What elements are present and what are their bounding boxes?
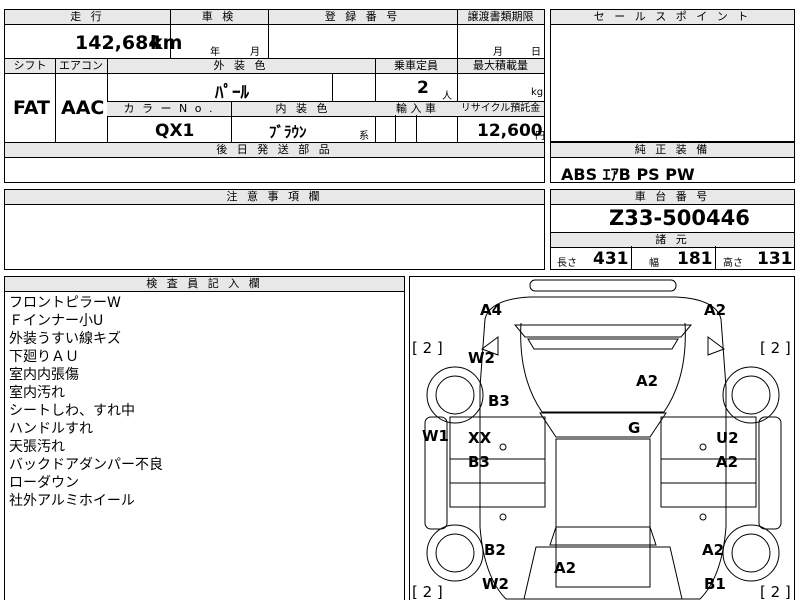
inspector-item: ハンドルすれ <box>9 421 93 437</box>
car-diagram-box: [ 2 ] [ 2 ] [ 2 ] [ 2 ] A4 A2 W2 A2 B3 W… <box>409 276 795 601</box>
damage-mark: W2 <box>468 349 495 367</box>
recycle-header: リサイクル預託金 <box>457 101 544 117</box>
shift-header: シフト <box>5 59 55 74</box>
damage-mark: A2 <box>716 453 739 471</box>
later-parts-box: 後 日 発 送 部 品 <box>4 142 545 183</box>
aircon-value: AAC <box>61 97 105 119</box>
tire-mark-rear-left: [ 2 ] <box>412 583 443 601</box>
vehicle-info-top: 走 行 車 検 登 録 番 号 譲渡書類期限 142,684 km 年 月 月 … <box>4 9 545 59</box>
equipment-box: 純 正 装 備 ABS ｴｱB PS PW <box>550 142 795 184</box>
vehicle-info-middle: シフト エアコン 外 装 色 乗車定員 最大積載量 カ ラ ー N o . 内 … <box>4 58 545 143</box>
sales-point-header: セ ー ル ス ポ イ ン ト <box>551 10 794 25</box>
transfer-month-unit: 月 <box>493 47 503 58</box>
equipment-header: 純 正 装 備 <box>551 143 794 158</box>
specs-header: 諸 元 <box>551 232 794 248</box>
capacity-value: 2 <box>417 78 429 98</box>
inspector-item: Ｆインナー小U <box>9 313 104 329</box>
inspection-header: 車 検 <box>170 10 268 25</box>
inspector-header: 検 査 員 記 入 欄 <box>5 277 404 292</box>
interior-color-header: 内 装 色 <box>231 101 375 117</box>
exterior-color-value: ﾊﾟｰﾙ <box>215 83 249 103</box>
transfer-header: 譲渡書類期限 <box>457 10 544 25</box>
height-label: 高さ <box>723 258 743 269</box>
tire-mark-front-left: [ 2 ] <box>412 339 443 357</box>
transfer-day-unit: 日 <box>531 47 541 58</box>
damage-mark: A2 <box>702 541 725 559</box>
inspector-item: 下廻りＡＵ <box>9 349 79 365</box>
recycle-unit: 円 <box>535 131 545 142</box>
damage-mark: W1 <box>422 427 449 445</box>
inspector-list: フロントピラーW Ｆインナー小U 外装うすい線キズ 下廻りＡＵ 室内内張傷 室内… <box>9 294 163 510</box>
damage-mark: W2 <box>482 575 509 593</box>
shift-value: FAT <box>13 97 50 119</box>
mileage-value: 142,684 <box>75 32 162 54</box>
length-label: 長さ <box>557 258 577 269</box>
registration-header: 登 録 番 号 <box>268 10 457 25</box>
width-value: 181 <box>677 249 713 269</box>
equipment-value: ABS ｴｱB PS PW <box>561 165 695 184</box>
inspector-item: 天張汚れ <box>9 439 65 455</box>
inspector-item: 外装うすい線キズ <box>9 331 121 347</box>
inspector-item: シートしわ、すれ中 <box>9 403 135 419</box>
recycle-value: 12,600 <box>477 121 543 141</box>
chassis-header: 車 台 番 号 <box>551 190 794 205</box>
inspector-item: 室内汚れ <box>9 385 65 401</box>
interior-color-value: ﾌﾞﾗｳﾝ <box>269 123 307 141</box>
inspection-year-unit: 年 <box>210 47 220 58</box>
inspector-item: 社外アルミホイール <box>9 493 135 509</box>
inspector-item: ローダウン <box>9 475 79 491</box>
inspector-item: バックドアダンパー不良 <box>9 457 163 473</box>
color-no-header: カ ラ ー N o . <box>107 101 231 117</box>
max-load-unit: kg <box>531 87 544 98</box>
notes-header: 注 意 事 項 欄 <box>5 190 544 205</box>
sales-point-box: セ ー ル ス ポ イ ン ト <box>550 9 795 142</box>
later-parts-header: 後 日 発 送 部 品 <box>5 143 544 158</box>
chassis-box: 車 台 番 号 Z33-500446 諸 元 長さ 431 幅 181 高さ 1… <box>550 189 795 270</box>
notes-box: 注 意 事 項 欄 <box>4 189 545 270</box>
capacity-unit: 人 <box>442 91 452 102</box>
color-no-value: QX1 <box>155 121 195 141</box>
damage-mark: G <box>628 419 641 437</box>
damage-mark: XX <box>468 429 492 447</box>
inspector-box: 検 査 員 記 入 欄 フロントピラーW Ｆインナー小U 外装うすい線キズ 下廻… <box>4 276 405 600</box>
tire-mark-rear-right: [ 2 ] <box>760 583 791 601</box>
height-value: 131 <box>757 249 793 269</box>
inspection-month-unit: 月 <box>250 47 260 58</box>
damage-mark: U2 <box>716 429 739 447</box>
max-load-header: 最大積載量 <box>457 59 544 74</box>
damage-mark: A2 <box>554 559 577 577</box>
damage-mark: B3 <box>468 453 490 471</box>
interior-color-suffix: 系 <box>359 131 369 142</box>
chassis-value: Z33-500446 <box>609 206 750 230</box>
damage-mark: A2 <box>636 372 659 390</box>
mileage-unit: km <box>150 32 183 54</box>
width-label: 幅 <box>649 258 659 269</box>
mileage-header: 走 行 <box>5 10 170 25</box>
exterior-color-header: 外 装 色 <box>107 59 375 74</box>
inspector-item: 室内内張傷 <box>9 367 79 383</box>
inspector-item: フロントピラーW <box>9 295 121 311</box>
damage-mark: B2 <box>484 541 506 559</box>
damage-mark: B3 <box>488 392 510 410</box>
aircon-header: エアコン <box>55 59 107 74</box>
damage-mark: A2 <box>704 301 727 319</box>
damage-mark: A4 <box>480 301 503 319</box>
tire-mark-front-right: [ 2 ] <box>760 339 791 357</box>
damage-mark: B1 <box>704 575 726 593</box>
length-value: 431 <box>593 249 629 269</box>
capacity-header: 乗車定員 <box>375 59 457 74</box>
